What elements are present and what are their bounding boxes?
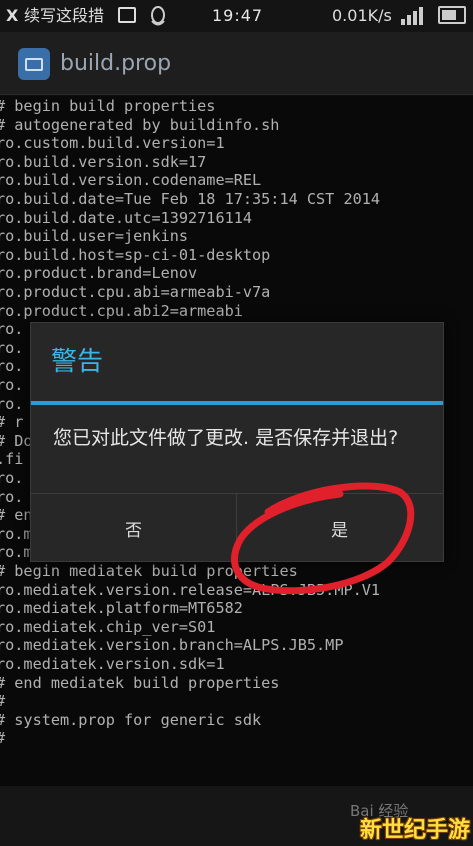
red-circle-annotation bbox=[231, 482, 415, 595]
site-badge: 新世纪手游 bbox=[360, 818, 471, 843]
